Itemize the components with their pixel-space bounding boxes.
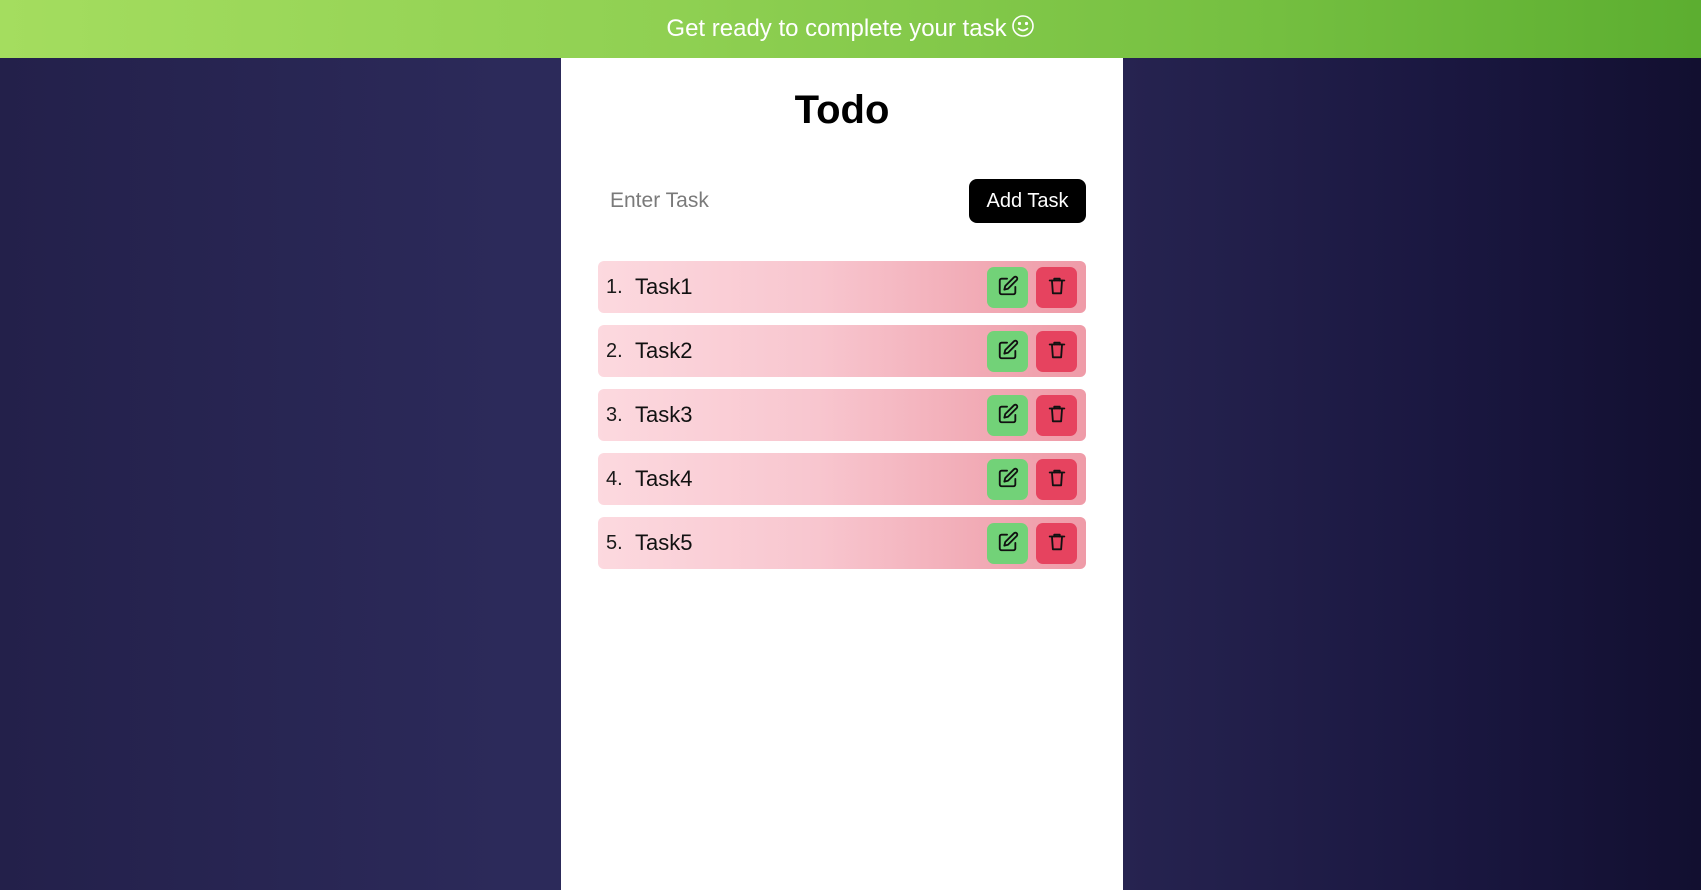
add-task-button[interactable]: Add Task [969,179,1086,223]
task-row: 5. Task5 [598,517,1086,569]
trash-icon [1046,467,1068,492]
task-label: Task4 [635,466,693,491]
page-title: Todo [794,88,890,132]
edit-task-button[interactable] [987,331,1028,372]
task-label: Task5 [635,530,693,555]
task-row: 3. Task3 [598,389,1086,441]
trash-icon [1046,339,1068,364]
todo-panel: Todo Add Task 1. Task1 2. Task2 [561,58,1123,890]
delete-task-button[interactable] [1036,267,1077,308]
edit-icon [997,403,1019,428]
trash-icon [1046,275,1068,300]
smiley-icon [1011,14,1035,38]
delete-task-button[interactable] [1036,523,1077,564]
edit-icon [997,531,1019,556]
task-row: 1. Task1 [598,261,1086,313]
task-row: 4. Task4 [598,453,1086,505]
delete-task-button[interactable] [1036,331,1077,372]
edit-task-button[interactable] [987,459,1028,500]
trash-icon [1046,531,1068,556]
task-number: 4. [606,467,623,490]
edit-icon [997,339,1019,364]
task-label: Task3 [635,402,693,427]
task-list: 1. Task1 2. Task2 3. Task3 4. Task4 5. T… [598,261,1086,581]
task-number: 3. [606,403,623,426]
edit-task-button[interactable] [987,523,1028,564]
task-number: 2. [606,339,623,362]
edit-icon [997,275,1019,300]
task-number: 5. [606,531,623,554]
task-row: 2. Task2 [598,325,1086,377]
edit-icon [997,467,1019,492]
trash-icon [1046,403,1068,428]
task-label: Task1 [635,274,693,299]
delete-task-button[interactable] [1036,459,1077,500]
edit-task-button[interactable] [987,395,1028,436]
task-input[interactable] [598,179,960,223]
delete-task-button[interactable] [1036,395,1077,436]
task-number: 1. [606,275,623,298]
edit-task-button[interactable] [987,267,1028,308]
top-banner: Get ready to complete your task [0,0,1701,58]
task-label: Task2 [635,338,693,363]
banner-text: Get ready to complete your task [666,15,1007,42]
